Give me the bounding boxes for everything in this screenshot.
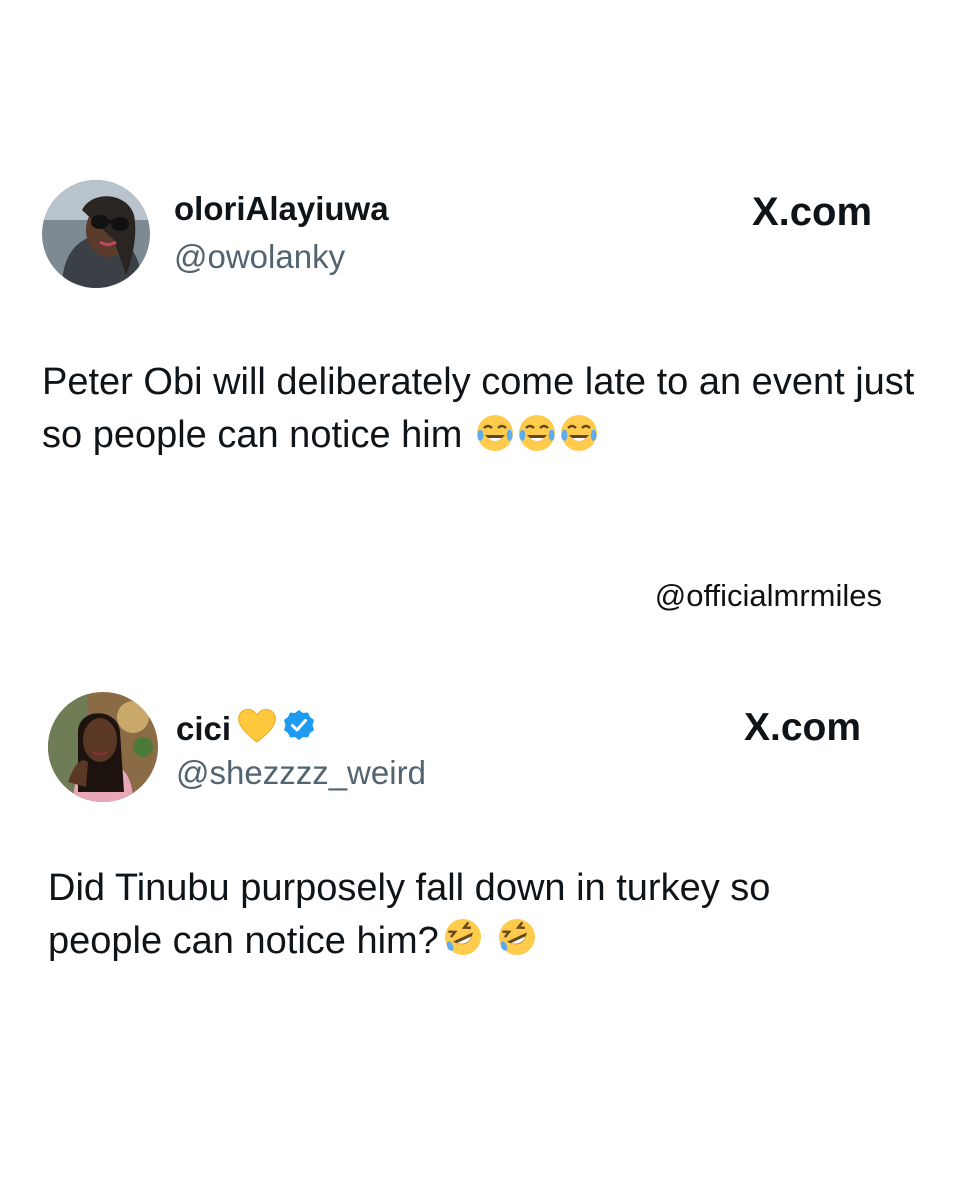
site-label: X.com xyxy=(752,190,873,234)
rolling-on-the-floor-laughing-icon xyxy=(495,915,539,974)
avatar-photo xyxy=(42,180,150,288)
watermark-handle: @officialmrmiles xyxy=(654,578,882,613)
avatar[interactable] xyxy=(42,180,150,288)
user-handle[interactable]: @shezzzz_weird xyxy=(176,754,426,792)
tweet-text-content: Did Tinubu purposely fall down in turkey… xyxy=(48,867,771,963)
avatar[interactable] xyxy=(48,692,158,802)
x-com-logo: X.com xyxy=(744,706,861,750)
user-handle[interactable]: @owolanky xyxy=(174,238,345,276)
display-name[interactable]: oloriAlayiuwa xyxy=(174,190,389,228)
x-com-logo: X.com xyxy=(752,190,872,235)
yellow-heart-icon xyxy=(237,706,277,752)
verified-badge-icon xyxy=(283,709,315,749)
display-name-text: oloriAlayiuwa xyxy=(174,190,389,227)
tweet-text: Peter Obi will deliberately come late to… xyxy=(42,356,922,468)
face-with-tears-of-joy-icon xyxy=(517,413,557,468)
site-label: X.com xyxy=(744,706,862,749)
display-name-text: cici xyxy=(176,710,232,747)
display-name[interactable]: cici xyxy=(176,706,315,752)
tweet-text: Did Tinubu purposely fall down in turkey… xyxy=(48,862,868,974)
face-with-tears-of-joy-icon xyxy=(559,413,599,468)
rolling-on-the-floor-laughing-icon xyxy=(441,915,485,974)
avatar-photo xyxy=(48,692,158,802)
face-with-tears-of-joy-icon xyxy=(475,413,515,468)
